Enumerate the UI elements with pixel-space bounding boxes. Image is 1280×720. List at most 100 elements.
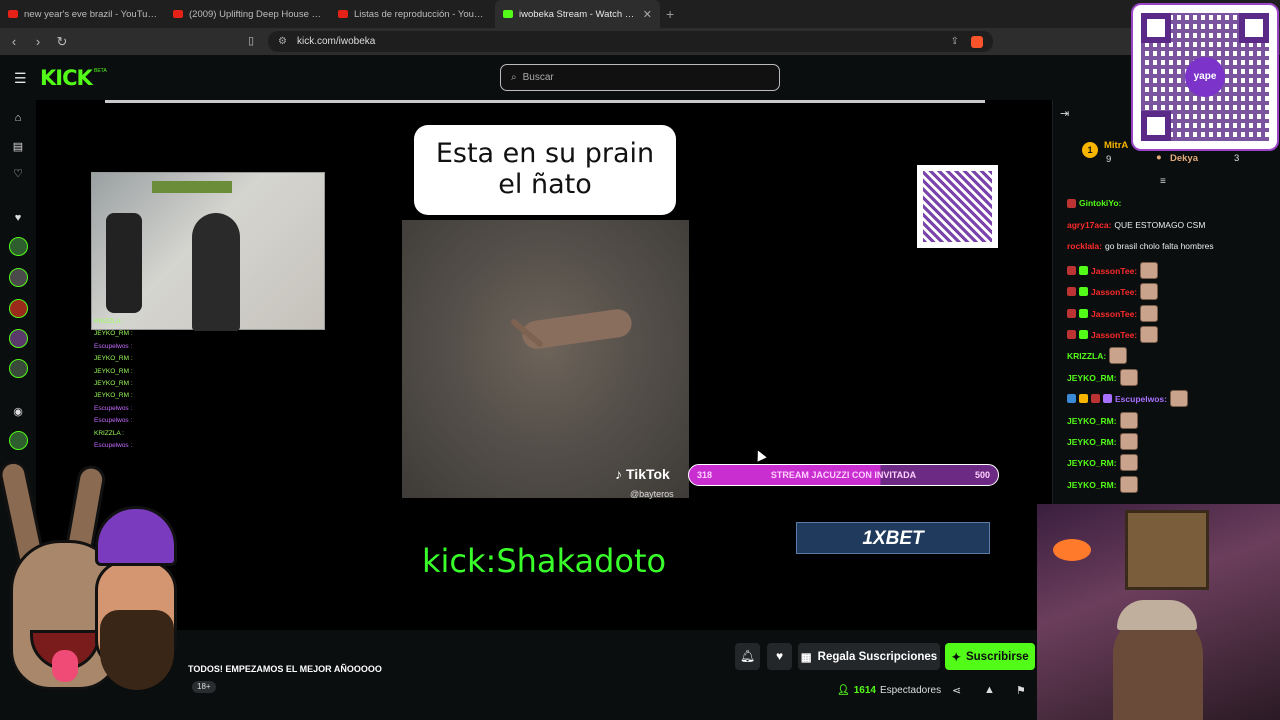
- leader-count: 9: [1106, 154, 1112, 165]
- stream-goal-bar: 318 STREAM JACUZZI CON INVITADA 500: [688, 464, 999, 486]
- tab-label: (2009) Uplifting Deep House & Trance: [189, 8, 322, 20]
- channel-avatar[interactable]: [9, 299, 28, 318]
- share-icon[interactable]: ⇪: [951, 36, 959, 48]
- overlay-chat-line: JEYKO_RM :: [94, 380, 133, 388]
- badge-icon: [1067, 394, 1076, 403]
- browser-tab[interactable]: new year's eve brazil - YouTube: [0, 0, 165, 28]
- beard: [100, 610, 174, 690]
- badge-icon: [1067, 266, 1076, 275]
- kick-logo[interactable]: KICK: [40, 66, 93, 90]
- heart-icon: ♥: [775, 649, 784, 663]
- site-info-icon[interactable]: ⚙: [278, 36, 287, 47]
- overlay-chat-line: JEYKO_RM :: [94, 355, 133, 363]
- channel-avatar[interactable]: [9, 431, 28, 450]
- chat-message: JEYKO_RM:: [1067, 454, 1138, 471]
- chat-message: KRIZZLA:: [1067, 347, 1128, 364]
- channel-avatar[interactable]: [9, 268, 28, 287]
- close-tab-icon[interactable]: ✕: [643, 8, 652, 21]
- gift-subs-button[interactable]: ▦ Regala Suscripciones: [798, 643, 940, 670]
- home-icon[interactable]: ⌂: [11, 112, 25, 126]
- caption-line: el ñato: [498, 169, 592, 200]
- overlay-chat-line: JEYKO_RM :: [94, 367, 133, 375]
- qr-code-small: [917, 165, 998, 248]
- follow-button[interactable]: ♥: [767, 643, 792, 670]
- streamer-webcam: [91, 172, 325, 331]
- emote-image: [1140, 326, 1159, 343]
- browser-tab[interactable]: (2009) Uplifting Deep House & Trance: [165, 0, 330, 28]
- live-icon[interactable]: ◉: [11, 405, 25, 419]
- share-icon[interactable]: ⋖: [952, 684, 961, 697]
- mod-icon[interactable]: ⚑: [1016, 684, 1026, 697]
- yape-logo: yape: [1185, 57, 1225, 97]
- badge-icon: [1091, 394, 1100, 403]
- donkey-mascot-overlay: [0, 458, 190, 710]
- badge-icon: [1079, 309, 1088, 318]
- search-input[interactable]: ⌕ Buscar: [500, 64, 780, 91]
- beta-label: BETA: [94, 68, 107, 74]
- player-top-bar: [105, 100, 985, 103]
- qr-finder: [1239, 13, 1269, 43]
- search-icon: ⌕: [511, 72, 517, 83]
- emote-image: [1119, 369, 1138, 386]
- chat-message: Escupelwos:: [1067, 390, 1188, 407]
- back-icon[interactable]: ‹: [4, 34, 24, 49]
- overlay-chat-line: JEYKO_RM :: [94, 392, 133, 400]
- emote-image: [1119, 433, 1138, 450]
- channel-avatar[interactable]: [9, 237, 28, 256]
- streamer: [192, 213, 240, 331]
- bookmark-icon[interactable]: ▯: [248, 34, 254, 47]
- browser-tab-active[interactable]: iwobeka Stream - Watch Live ✕: [495, 0, 660, 28]
- star-icon: ✦: [951, 651, 961, 664]
- bell-icon: 🔔︎: [739, 649, 756, 663]
- heart-icon[interactable]: ♥: [11, 212, 25, 226]
- tiktok-handle: @bayteros: [630, 489, 674, 499]
- leader-name: MitrA: [1104, 140, 1129, 151]
- qr-finder: [1141, 13, 1171, 43]
- chat-message: JassonTee:: [1067, 326, 1159, 343]
- tab-label: iwobeka Stream - Watch Live: [519, 8, 637, 20]
- forward-icon[interactable]: ›: [28, 34, 48, 49]
- tiktok-watermark: ♪ TikTok: [615, 466, 670, 482]
- emote-image: [1119, 454, 1138, 471]
- emote-image: [1169, 390, 1188, 407]
- emote-image: [1140, 283, 1159, 300]
- gift-icon: ▦: [800, 651, 812, 664]
- collapse-chat-icon[interactable]: ⇥: [1060, 107, 1069, 120]
- tiktok-icon: ♪: [615, 466, 622, 482]
- stream-title: TODOS! EMPEZAMOS EL MEJOR AÑOOOOO: [188, 664, 382, 674]
- badge-icon: [1079, 330, 1088, 339]
- report-icon[interactable]: ▲: [984, 684, 995, 696]
- badge-icon: [1079, 266, 1088, 275]
- overlay-chat-line: JEYKO_RM :: [94, 330, 133, 338]
- url-text: kick.com/iwobeka: [296, 36, 376, 47]
- chat-message: GintokiYo:: [1067, 198, 1124, 208]
- badge-icon: [1067, 309, 1076, 318]
- badge-icon: [1103, 394, 1112, 403]
- browser-tabbar: new year's eve brazil - YouTube (2009) U…: [0, 0, 1280, 28]
- menu-icon[interactable]: ☰: [14, 70, 27, 87]
- following-icon[interactable]: ♡: [11, 167, 25, 181]
- badge-icon: [1067, 287, 1076, 296]
- chat-options-icon[interactable]: ≡: [1160, 176, 1166, 187]
- search-placeholder: Buscar: [522, 72, 554, 83]
- new-tab-icon[interactable]: +: [666, 6, 674, 22]
- browse-icon[interactable]: ▤: [11, 140, 25, 154]
- goal-current: 318: [697, 470, 713, 480]
- reload-icon[interactable]: ↻: [52, 34, 72, 50]
- chat-message: JassonTee:: [1067, 305, 1159, 322]
- overlay-chat-line: KRIZZLA :: [94, 318, 124, 325]
- browser-tab[interactable]: Listas de reproducción - YouTube: [330, 0, 495, 28]
- lamp: [1053, 539, 1091, 561]
- brave-shield-icon[interactable]: [971, 35, 983, 48]
- notifications-button[interactable]: 🔔︎: [735, 643, 760, 670]
- emote-image: [1140, 262, 1159, 279]
- age-badge: 18+: [192, 681, 216, 693]
- badge-icon: [1079, 287, 1088, 296]
- purple-beanie: [95, 506, 177, 566]
- address-bar[interactable]: ⚙ kick.com/iwobeka ⇪: [268, 31, 993, 52]
- decoration: [152, 181, 232, 193]
- channel-avatar[interactable]: [9, 359, 28, 378]
- subscribe-button[interactable]: ✦ Suscribirse: [945, 643, 1035, 670]
- chat-message: JEYKO_RM:: [1067, 369, 1138, 386]
- channel-avatar[interactable]: [9, 329, 28, 348]
